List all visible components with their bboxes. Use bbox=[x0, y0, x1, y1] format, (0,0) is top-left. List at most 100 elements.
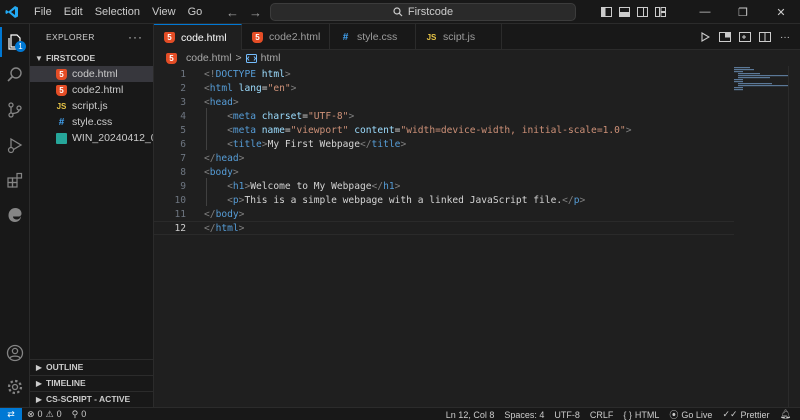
search-activity[interactable] bbox=[0, 60, 30, 90]
indentation[interactable]: Spaces: 4 bbox=[499, 408, 549, 420]
open-preview-icon[interactable] bbox=[718, 30, 732, 44]
code-token: "en" bbox=[267, 82, 291, 94]
customize-layout-icon[interactable] bbox=[652, 0, 668, 24]
open-changes-icon[interactable] bbox=[738, 30, 752, 44]
explorer-more-actions[interactable]: ··· bbox=[128, 30, 143, 44]
notifications-button[interactable]: 🔔︎ bbox=[775, 408, 796, 420]
chevron-right-icon: ▶ bbox=[35, 362, 43, 372]
code-line[interactable]: 1 <!DOCTYPE html> bbox=[154, 67, 734, 81]
symbol-element-icon bbox=[245, 53, 257, 63]
navigation-arrows: ← → bbox=[226, 0, 262, 24]
css-file-icon: # bbox=[58, 116, 65, 128]
code-line[interactable]: 2 <html lang="en"> bbox=[154, 81, 734, 95]
forward-arrow-icon[interactable]: → bbox=[249, 5, 262, 20]
file-item-style-css[interactable]: # style.css bbox=[30, 114, 153, 130]
line-code: <html lang="en"> bbox=[204, 83, 296, 94]
menu-view[interactable]: View bbox=[146, 0, 182, 24]
cursor-position[interactable]: Ln 12, Col 8 bbox=[441, 408, 500, 420]
code-token: > bbox=[400, 138, 407, 150]
code-token: </ bbox=[204, 208, 216, 220]
code-line[interactable]: 9 <h1>Welcome to My Webpage</h1> bbox=[154, 179, 734, 193]
toggle-primary-sidebar-icon[interactable] bbox=[598, 0, 614, 24]
file-label: style.css bbox=[72, 116, 113, 128]
breadcrumb: 5 code.html > html bbox=[154, 50, 800, 66]
accounts-activity[interactable] bbox=[0, 338, 30, 368]
code-line[interactable]: 12 </html> bbox=[154, 221, 734, 235]
run-icon[interactable] bbox=[698, 30, 712, 44]
tab-code-html[interactable]: 5 code.html bbox=[154, 24, 242, 50]
code-token: html bbox=[215, 222, 239, 234]
menu-selection[interactable]: Selection bbox=[89, 0, 146, 24]
line-number: 6 bbox=[180, 138, 186, 150]
ports-indicator[interactable]: ⚲ 0 bbox=[67, 408, 92, 420]
tab-code2-html[interactable]: 5 code2.html bbox=[242, 24, 330, 50]
go-live-button[interactable]: ⦿ Go Live bbox=[664, 408, 717, 420]
code-token: body bbox=[215, 208, 239, 220]
minimap[interactable] bbox=[734, 66, 788, 96]
code-line[interactable]: 11 </body> bbox=[154, 207, 734, 221]
cs-script-section[interactable]: ▶ CS-SCRIPT - ACTIVE bbox=[30, 391, 154, 406]
breadcrumb-file[interactable]: code.html bbox=[186, 52, 232, 64]
encoding[interactable]: UTF-8 bbox=[549, 408, 585, 420]
line-number: 7 bbox=[180, 152, 186, 164]
outline-section[interactable]: ▶ OUTLINE bbox=[30, 359, 154, 374]
js-file-icon: JS bbox=[426, 32, 437, 42]
vertical-scrollbar[interactable] bbox=[788, 66, 800, 407]
menu-edit[interactable]: Edit bbox=[58, 0, 89, 24]
code-line[interactable]: 7 </head> bbox=[154, 151, 734, 165]
file-item-code2-html[interactable]: 5 code2.html bbox=[30, 82, 153, 98]
close-button[interactable]: ✕ bbox=[762, 0, 800, 24]
toggle-panel-icon[interactable] bbox=[616, 0, 632, 24]
split-editor-icon[interactable] bbox=[758, 30, 772, 44]
breadcrumb-symbol[interactable]: html bbox=[261, 52, 281, 64]
line-number: 11 bbox=[174, 208, 186, 220]
edge-devtools-activity[interactable] bbox=[0, 200, 30, 230]
line-code: </html> bbox=[204, 223, 244, 234]
timeline-section[interactable]: ▶ TIMELINE bbox=[30, 375, 154, 390]
restore-button[interactable]: ❐ bbox=[724, 0, 762, 24]
code-token: h1 bbox=[383, 180, 395, 192]
folder-firstcode[interactable]: ▼ FIRSTCODE bbox=[30, 50, 153, 66]
tab-label: code.html bbox=[181, 31, 227, 44]
source-control-activity[interactable] bbox=[0, 95, 30, 125]
chevron-right-icon: ▶ bbox=[35, 394, 43, 404]
code-line[interactable]: 4 <meta charset="UTF-8"> bbox=[154, 109, 734, 123]
toggle-secondary-sidebar-icon[interactable] bbox=[634, 0, 650, 24]
error-count: 0 bbox=[37, 409, 43, 419]
run-debug-activity[interactable] bbox=[0, 130, 30, 160]
file-item-script-js[interactable]: JS script.js bbox=[30, 98, 153, 114]
code-token: head bbox=[215, 152, 239, 164]
remote-indicator[interactable]: ⇄ bbox=[0, 407, 22, 420]
more-actions-icon[interactable]: ··· bbox=[778, 30, 792, 44]
line-code: <meta charset="UTF-8"> bbox=[204, 111, 354, 122]
extensions-activity[interactable] bbox=[0, 165, 30, 195]
end-of-line[interactable]: CRLF bbox=[585, 408, 619, 420]
command-center-search[interactable]: Firstcode bbox=[270, 3, 576, 21]
code-token: > bbox=[238, 222, 245, 234]
menu-file[interactable]: File bbox=[28, 0, 58, 24]
back-arrow-icon[interactable]: ← bbox=[226, 5, 239, 20]
file-item-image[interactable]: WIN_20240412_0... bbox=[30, 130, 153, 146]
line-number: 10 bbox=[174, 194, 186, 206]
tab-scipt-js[interactable]: JS scipt.js bbox=[416, 24, 502, 50]
code-line[interactable]: 8 <body> bbox=[154, 165, 734, 179]
prettier-button[interactable]: ✓✓ Prettier bbox=[717, 408, 774, 420]
title-bar-right: — ❐ ✕ bbox=[597, 0, 800, 24]
code-line[interactable]: 6 <title>My First Webpage</title> bbox=[154, 137, 734, 151]
editor-tabs: 5 code.html 5 code2.html # style.css JS … bbox=[154, 24, 800, 50]
explorer-activity[interactable]: 1 bbox=[0, 27, 30, 57]
language-mode[interactable]: { } HTML bbox=[618, 408, 664, 420]
manage-activity[interactable] bbox=[0, 372, 30, 402]
tab-style-css[interactable]: # style.css bbox=[330, 24, 416, 50]
code-line[interactable]: 5 <meta name="viewport" content="width=d… bbox=[154, 123, 734, 137]
minimize-button[interactable]: — bbox=[686, 0, 724, 24]
code-editor[interactable]: 1 <!DOCTYPE html> 2 <html lang="en"> 3 <head>… bbox=[154, 66, 800, 407]
status-bar: ⇄ ⊗ 0 ⚠ 0 ⚲ 0 Ln 12, Col 8 Spaces: 4 UTF… bbox=[0, 407, 800, 420]
file-item-code-html[interactable]: 5 code.html bbox=[30, 66, 153, 82]
menu-go[interactable]: Go bbox=[182, 0, 209, 24]
code-line[interactable]: 3 <head> bbox=[154, 95, 734, 109]
explorer-title: EXPLORER bbox=[46, 32, 95, 42]
search-icon bbox=[393, 7, 403, 17]
code-line[interactable]: 10 <p>This is a simple webpage with a li… bbox=[154, 193, 734, 207]
problems-indicator[interactable]: ⊗ 0 ⚠ 0 bbox=[22, 408, 67, 420]
